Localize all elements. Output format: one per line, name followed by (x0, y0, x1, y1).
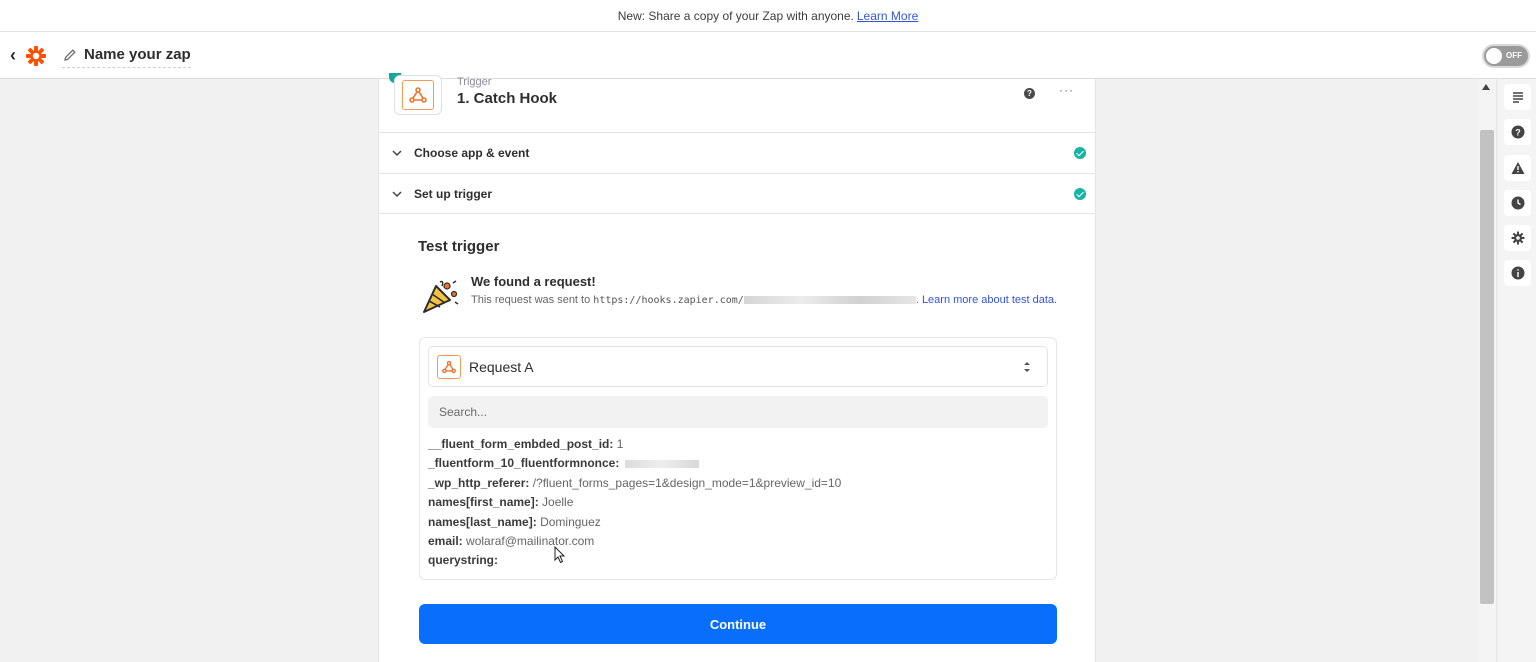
field-value: wolaraf@mailinator.com (466, 533, 595, 548)
toggle-knob (1486, 48, 1502, 64)
step-type-label: Trigger (457, 76, 492, 88)
field-key: __fluent_form_embded_post_id: (428, 437, 614, 451)
zap-name: Name your zap (84, 46, 191, 63)
settings-button[interactable] (1504, 225, 1531, 251)
field-key: querystring: (428, 553, 499, 568)
right-sidebar: ? (1496, 79, 1536, 662)
outline-button[interactable] (1504, 84, 1531, 110)
scrollbar-thumb[interactable] (1480, 130, 1494, 604)
up-down-chevron-icon (1024, 362, 1030, 372)
request-select[interactable]: Request A (428, 346, 1048, 387)
section-label: Set up trigger (414, 187, 493, 201)
step-editor-panel: Trigger 1. Catch Hook ? ··· Choose app &… (378, 73, 1096, 662)
mouse-cursor-icon (554, 546, 566, 564)
check-icon (1074, 188, 1086, 200)
request-field-list: __fluent_form_embded_post_id: 1 _fluentfo… (428, 435, 1048, 571)
svg-text:?: ? (1515, 128, 1521, 138)
announcement-banner: New: Share a copy of your Zap with anyon… (0, 0, 1536, 32)
learn-more-link[interactable]: Learn More (857, 9, 918, 23)
field-key: _wp_http_referer: (428, 475, 530, 490)
redacted-value (624, 460, 699, 469)
more-options-icon[interactable]: ··· (1059, 83, 1074, 97)
alerts-button[interactable] (1504, 155, 1531, 181)
test-trigger-heading: Test trigger (418, 238, 500, 255)
warning-icon (1511, 162, 1524, 174)
continue-button[interactable]: Continue (419, 604, 1057, 644)
found-request-description: This request was sent to https://hooks.z… (471, 294, 1058, 306)
party-popper-icon (423, 280, 459, 313)
field-value: Dominguez (540, 514, 601, 529)
field-key: _fluentform_10_fluentformnonce: (428, 456, 620, 471)
history-button[interactable] (1504, 190, 1531, 216)
zap-on-off-toggle[interactable]: OFF (1482, 44, 1530, 68)
chevron-down-icon (392, 191, 402, 198)
gear-icon (1511, 231, 1524, 245)
request-field-row[interactable]: names[first_name]: Joelle (428, 493, 1048, 512)
redacted-url (743, 296, 916, 305)
toggle-label: OFF (1506, 51, 1522, 60)
webhook-icon (409, 87, 427, 103)
section-choose-app-event[interactable]: Choose app & event (379, 132, 1095, 173)
banner-text: New: Share a copy of your Zap with anyon… (617, 8, 854, 23)
pencil-icon (64, 48, 76, 61)
section-divider (379, 213, 1095, 214)
clock-icon (1511, 196, 1524, 210)
request-field-row[interactable]: email: wolaraf@mailinator.com (428, 532, 1048, 551)
field-key: names[last_name]: (428, 514, 537, 529)
step-title[interactable]: 1. Catch Hook (457, 90, 557, 107)
request-field-row[interactable]: names[last_name]: Dominguez (428, 513, 1048, 532)
request-field-row[interactable]: _fluentform_10_fluentformnonce: (428, 454, 1048, 473)
field-key: names[first_name]: (428, 495, 539, 510)
zapier-logo-icon[interactable] (25, 45, 47, 67)
chevron-down-icon (392, 150, 402, 157)
webhook-icon (437, 354, 461, 379)
info-icon (1511, 266, 1524, 280)
found-request-title: We found a request! (471, 274, 596, 289)
check-icon (1074, 147, 1086, 159)
field-value: 1 (616, 437, 624, 451)
request-field-row[interactable]: querystring: (428, 551, 1048, 570)
request-data-box: Request A __fluent_form_embded_post_id: … (419, 337, 1057, 580)
scroll-up-arrow-icon[interactable] (1482, 84, 1490, 90)
field-key: email: (428, 533, 463, 548)
search-input[interactable] (428, 396, 1048, 428)
desc-prefix: This request was sent to (471, 294, 591, 306)
editor-header: ‹ Name your zap OFF (0, 32, 1536, 79)
field-value: /?fluent_forms_pages=1&design_mode=1&pre… (532, 475, 842, 490)
section-label: Choose app & event (414, 146, 530, 160)
request-field-row[interactable]: _wp_http_referer: /?fluent_forms_pages=1… (428, 474, 1048, 493)
selected-request: Request A (469, 358, 534, 375)
webhook-app-icon (394, 75, 442, 115)
help-icon[interactable]: ? (1024, 88, 1035, 99)
question-icon: ? (1511, 125, 1524, 139)
webhook-url: https://hooks.zapier.com/ (593, 295, 744, 306)
request-field-row[interactable]: __fluent_form_embded_post_id: 1 (428, 435, 1048, 454)
field-value: Joelle (542, 495, 574, 510)
list-icon (1512, 92, 1523, 103)
info-button[interactable] (1504, 260, 1531, 286)
help-button[interactable]: ? (1504, 119, 1531, 145)
back-icon[interactable]: ‹ (10, 45, 24, 65)
zap-name-field[interactable]: Name your zap (62, 44, 191, 68)
section-set-up-trigger[interactable]: Set up trigger (379, 173, 1095, 214)
learn-more-test-data-link[interactable]: Learn more about test data. (922, 294, 1057, 306)
